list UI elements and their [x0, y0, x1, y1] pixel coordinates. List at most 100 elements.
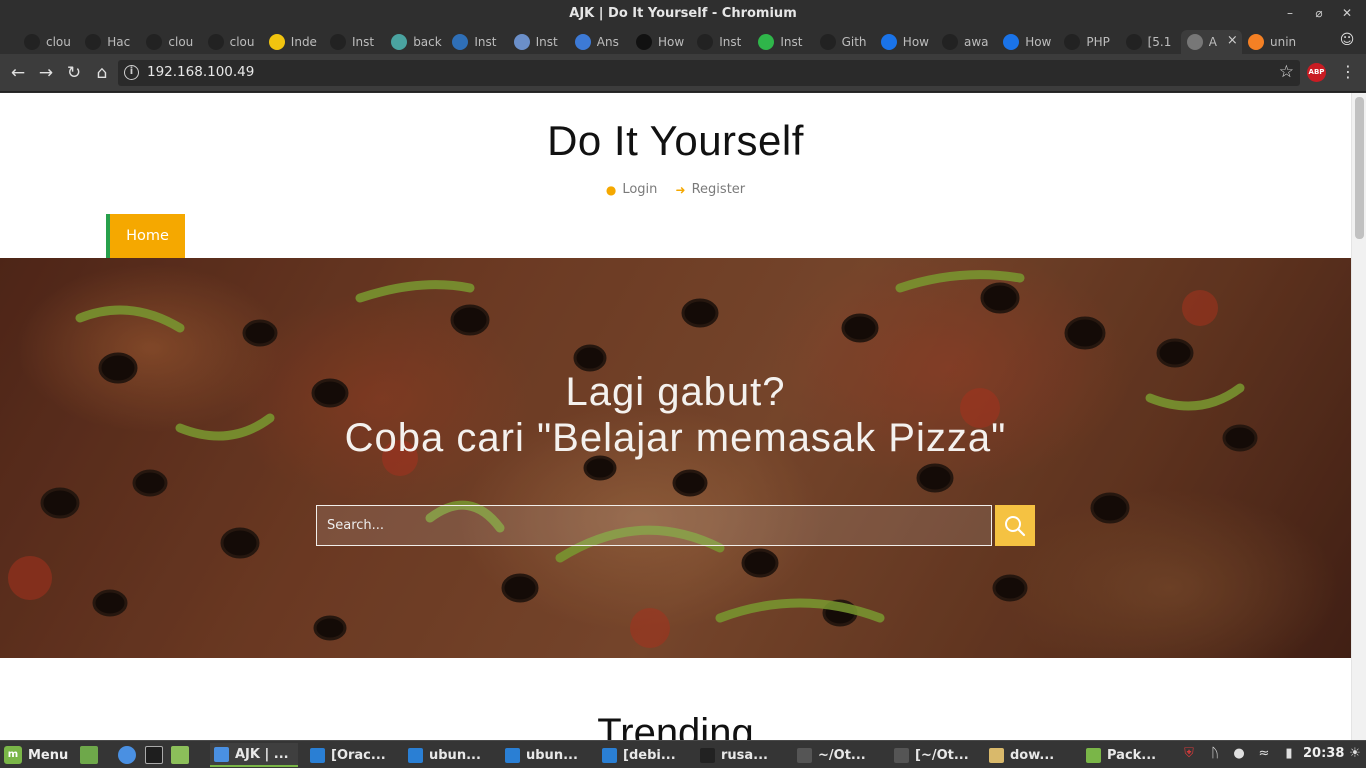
- maximize-icon[interactable]: ⌀: [1310, 4, 1328, 22]
- browser-tab[interactable]: How: [630, 30, 691, 54]
- home-icon[interactable]: ⌂: [91, 62, 113, 84]
- browser-tab[interactable]: clou: [18, 30, 79, 54]
- github-icon: [942, 34, 958, 50]
- search-input[interactable]: [316, 505, 992, 546]
- browser-toolbar: ← → ↻ ⌂ i 192.168.100.49 ☆ ABP ⋮: [0, 54, 1366, 92]
- chromium-launcher-icon[interactable]: [118, 746, 136, 764]
- tab-label: How: [658, 35, 685, 49]
- bluetooth-icon[interactable]: ᚢ: [1207, 746, 1223, 762]
- virtualbox-icon: [310, 747, 325, 763]
- taskbar-task-label: AJK | ...: [235, 746, 289, 762]
- browser-tab[interactable]: Hac: [79, 30, 140, 54]
- tab-strip: clou Hac clou clou Inde Inst back Inst Inst Ans Ho…: [0, 28, 1366, 54]
- taskbar-task-label: rusa...: [721, 747, 768, 763]
- taskbar-task[interactable]: ~/Ot...: [793, 743, 883, 767]
- hero-banner: Lagi gabut? Coba cari "Belajar memasak P…: [0, 258, 1351, 658]
- browser-tab[interactable]: Inst: [508, 30, 569, 54]
- tab-label: awa: [964, 35, 989, 49]
- address-bar[interactable]: i 192.168.100.49 ☆: [118, 60, 1300, 86]
- kebab-menu-icon[interactable]: ⋮: [1340, 62, 1356, 81]
- browser-tab[interactable]: unin: [1242, 30, 1303, 54]
- wifi-icon[interactable]: ≈: [1256, 746, 1272, 762]
- package-icon: [1086, 747, 1101, 763]
- shield-tray-icon[interactable]: ⛨: [1181, 746, 1197, 762]
- taskbar-task[interactable]: [debi...: [598, 743, 688, 767]
- browser-tab[interactable]: awa: [936, 30, 997, 54]
- browser-tab[interactable]: [5.1: [1120, 30, 1181, 54]
- login-label: Login: [622, 182, 658, 197]
- tab-label: Ans: [596, 35, 619, 49]
- cr-icon: [452, 34, 469, 50]
- start-menu-button[interactable]: m Menu: [4, 745, 68, 765]
- shutdown-icon[interactable]: ☀: [1347, 746, 1363, 762]
- taskbar-task[interactable]: Pack...: [1082, 743, 1174, 767]
- scrollbar-thumb[interactable]: [1355, 97, 1364, 239]
- sublime-icon: [797, 747, 812, 763]
- browser-tab[interactable]: How: [997, 30, 1058, 54]
- browser-tab[interactable]: Ans: [569, 30, 630, 54]
- profile-icon[interactable]: ☺: [1338, 32, 1356, 50]
- files-launcher-icon[interactable]: [171, 746, 189, 764]
- browser-tab[interactable]: How: [875, 30, 936, 54]
- register-link[interactable]: ➜ Register: [676, 182, 746, 197]
- window-titlebar: AJK | Do It Yourself - Chromium – ⌀ ✕: [0, 0, 1366, 28]
- medium-icon: [636, 34, 652, 50]
- close-icon[interactable]: ✕: [1338, 4, 1356, 22]
- taskbar-task[interactable]: dow...: [985, 743, 1075, 767]
- browser-tab[interactable]: Gith: [814, 30, 875, 54]
- search-icon: [1005, 515, 1026, 536]
- taskbar-task-label: Pack...: [1107, 747, 1157, 763]
- taskbar-task[interactable]: [~/Ot...: [890, 743, 980, 767]
- github-icon: [697, 34, 714, 50]
- browser-tab[interactable]: Inst: [691, 30, 752, 54]
- info-icon[interactable]: i: [124, 65, 139, 80]
- browser-tab[interactable]: clou: [202, 30, 263, 54]
- tab-label: How: [902, 35, 929, 49]
- forward-arrow-icon[interactable]: →: [35, 62, 57, 84]
- tab-label: clou: [168, 35, 194, 49]
- page-icon: [1186, 34, 1203, 50]
- tab-label: How: [1025, 35, 1052, 49]
- trending-heading: Trending: [597, 711, 754, 740]
- user-tray-icon[interactable]: ●: [1231, 746, 1247, 762]
- browser-tab[interactable]: Inst: [324, 30, 385, 54]
- digitalocean-icon: [880, 34, 897, 50]
- clock[interactable]: 20:38: [1303, 746, 1344, 761]
- github-icon: [207, 34, 224, 50]
- nav-home-button[interactable]: Home: [106, 214, 185, 258]
- tab-close-icon[interactable]: ×: [1227, 33, 1238, 48]
- bookmark-star-icon[interactable]: ☆: [1279, 62, 1294, 82]
- show-desktop-icon[interactable]: [80, 746, 98, 764]
- page-viewport: Do It Yourself ● Login ➜ Register Home L…: [0, 93, 1366, 740]
- browser-tab[interactable]: Inst: [446, 30, 507, 54]
- virtualbox-icon: [602, 747, 617, 763]
- taskbar-task-label: dow...: [1010, 747, 1055, 763]
- taskbar-task[interactable]: ubun...: [501, 743, 591, 767]
- taskbar-task[interactable]: [Orac...: [306, 743, 396, 767]
- browser-tab[interactable]: Inst: [752, 30, 813, 54]
- battery-icon[interactable]: ▮: [1281, 746, 1297, 762]
- minimize-icon[interactable]: –: [1281, 4, 1299, 22]
- login-link[interactable]: ● Login: [606, 182, 658, 197]
- browser-tab[interactable]: clou: [140, 30, 201, 54]
- reload-icon[interactable]: ↻: [63, 62, 85, 84]
- browser-tab[interactable]: A ×: [1180, 30, 1242, 54]
- back-arrow-icon[interactable]: ←: [7, 62, 29, 84]
- taskbar-task[interactable]: ubun...: [404, 743, 494, 767]
- adblock-plus-icon[interactable]: ABP: [1307, 63, 1326, 82]
- taskbar-task[interactable]: AJK | ...: [210, 743, 298, 767]
- browser-tab[interactable]: back: [385, 30, 446, 54]
- terminal-launcher-icon[interactable]: [145, 746, 163, 764]
- url-text[interactable]: 192.168.100.49: [147, 64, 254, 80]
- github-icon: [1064, 34, 1081, 50]
- search-button[interactable]: [995, 505, 1035, 546]
- page-scrollbar[interactable]: [1351, 93, 1366, 740]
- os-taskbar: m Menu AJK | ... [Orac... ubun... ubun... [d…: [0, 740, 1366, 768]
- github-icon: [330, 34, 346, 50]
- browser-tab[interactable]: Inde: [263, 30, 324, 54]
- register-label: Register: [691, 182, 746, 197]
- taskbar-task[interactable]: rusa...: [696, 743, 786, 767]
- virtualbox-icon: [408, 747, 423, 763]
- browser-tab[interactable]: PHP: [1058, 30, 1119, 54]
- tab-label: unin: [1270, 35, 1297, 49]
